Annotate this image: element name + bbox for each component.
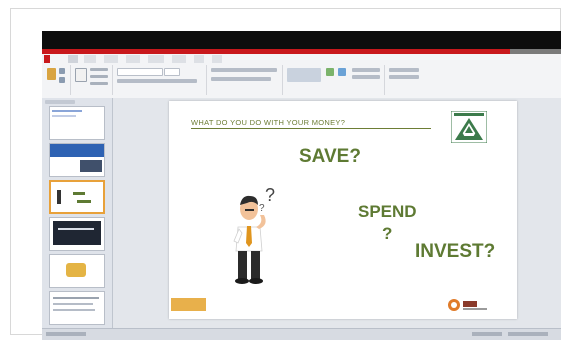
font-name-box[interactable] xyxy=(117,68,163,76)
spend-question-mark: ? xyxy=(382,224,393,243)
save-text: SAVE? xyxy=(299,146,361,167)
video-player[interactable]: WHAT DO YOU DO WITH YOUR MONEY? SAVE? SP… xyxy=(42,31,561,340)
arrange-icon[interactable] xyxy=(326,68,334,76)
shapes-gallery[interactable] xyxy=(287,68,321,82)
spend-text: SPEND xyxy=(358,202,417,221)
slide-thumbnail-3-selected[interactable] xyxy=(49,180,105,214)
layout-icon[interactable] xyxy=(90,68,108,71)
align-buttons[interactable] xyxy=(211,77,271,81)
list-buttons[interactable] xyxy=(211,68,277,72)
section-icon[interactable] xyxy=(90,82,108,85)
zoom-slider[interactable] xyxy=(508,332,548,336)
svg-text:?: ? xyxy=(265,185,275,205)
ribbon-group-slides xyxy=(72,65,113,95)
heading-underline xyxy=(191,128,431,129)
slide-counter xyxy=(46,332,86,336)
copy-icon[interactable] xyxy=(59,77,65,83)
font-format-buttons[interactable] xyxy=(117,79,197,83)
paste-icon[interactable] xyxy=(47,68,56,80)
panel-tabs[interactable] xyxy=(45,100,75,104)
ribbon xyxy=(42,54,561,99)
ribbon-tab[interactable] xyxy=(212,55,222,63)
slide-thumbnail-1[interactable] xyxy=(49,106,105,140)
cut-icon[interactable] xyxy=(59,68,65,74)
shape-fill-button[interactable] xyxy=(352,68,380,72)
ribbon-group-clipboard xyxy=(44,65,71,95)
ribbon-group-paragraph xyxy=(208,65,283,95)
ribbon-tab[interactable] xyxy=(148,55,164,63)
current-slide[interactable]: WHAT DO YOU DO WITH YOUR MONEY? SAVE? SP… xyxy=(169,101,517,319)
ribbon-tab[interactable] xyxy=(126,55,140,63)
ribbon-group-drawing xyxy=(284,65,385,95)
reset-icon[interactable] xyxy=(90,75,108,78)
ribbon-group-editing xyxy=(386,65,426,95)
ribbon-group-font xyxy=(114,65,207,95)
slides-panel xyxy=(42,98,113,328)
ribbon-tab[interactable] xyxy=(172,55,186,63)
replace-button[interactable] xyxy=(389,75,419,79)
video-frame: WHAT DO YOU DO WITH YOUR MONEY? SAVE? SP… xyxy=(10,8,561,340)
new-slide-icon[interactable] xyxy=(75,68,87,82)
logo-icon xyxy=(451,111,487,143)
slide-thumbnail-6[interactable] xyxy=(49,291,105,325)
status-bar xyxy=(42,328,561,340)
company-logo-icon xyxy=(448,299,487,311)
invest-text: INVEST? xyxy=(415,241,496,262)
find-button[interactable] xyxy=(389,68,419,72)
shape-outline-button[interactable] xyxy=(352,75,380,79)
ribbon-tab[interactable] xyxy=(194,55,204,63)
footer-accent-box xyxy=(171,298,206,311)
ribbon-tab[interactable] xyxy=(68,55,78,63)
thinking-man-icon: ? ? xyxy=(233,185,275,284)
file-tab[interactable] xyxy=(44,55,50,63)
quick-styles-icon[interactable] xyxy=(338,68,346,76)
slide-thumbnail-2[interactable] xyxy=(49,143,105,177)
view-buttons[interactable] xyxy=(472,332,502,336)
svg-text:?: ? xyxy=(259,203,265,214)
ribbon-tab[interactable] xyxy=(104,55,118,63)
slide-thumbnail-4[interactable] xyxy=(49,217,105,251)
slide-heading: WHAT DO YOU DO WITH YOUR MONEY? xyxy=(191,118,346,127)
font-size-box[interactable] xyxy=(164,68,180,76)
slide-thumbnail-5[interactable] xyxy=(49,254,105,288)
ribbon-tab[interactable] xyxy=(84,55,96,63)
window-titlebar xyxy=(42,31,561,49)
